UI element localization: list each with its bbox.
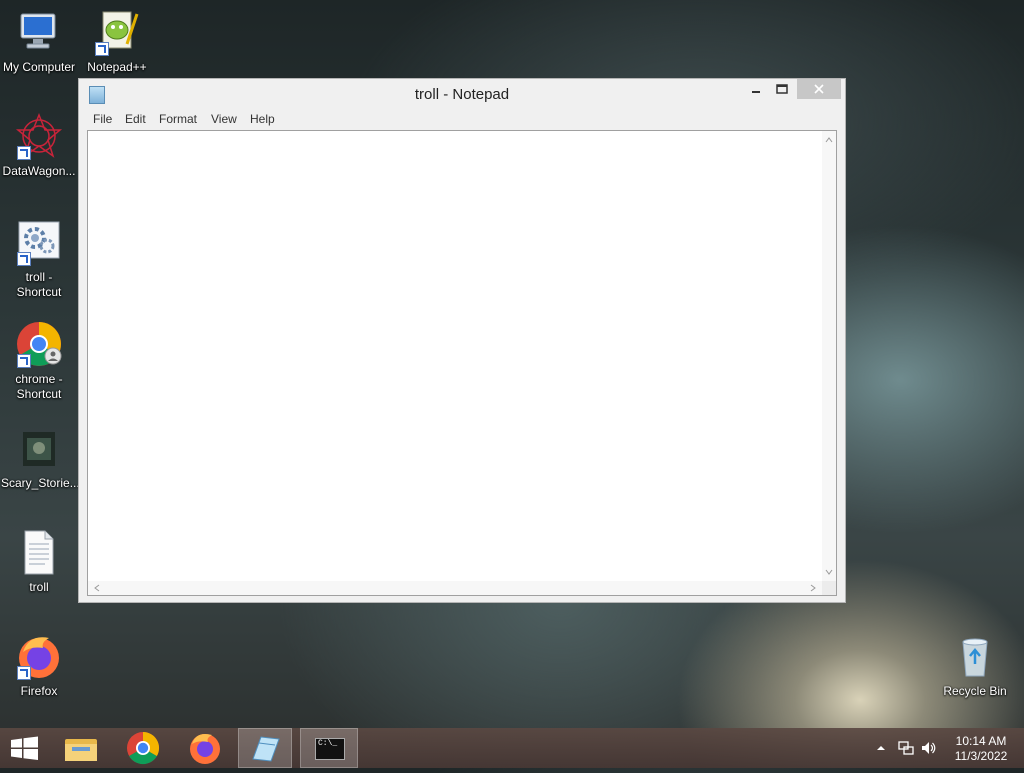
menu-edit[interactable]: Edit — [125, 112, 146, 126]
close-icon — [814, 84, 824, 94]
shortcut-arrow-icon — [17, 146, 31, 160]
taskbar-command-prompt[interactable]: C:\_ — [300, 728, 358, 768]
taskbar-firefox[interactable] — [178, 728, 232, 768]
shortcut-arrow-icon — [95, 42, 109, 56]
show-hidden-icons-icon[interactable] — [874, 741, 888, 755]
shortcut-arrow-icon — [17, 354, 31, 368]
desktop-icon-datawagon[interactable]: DataWagon... — [1, 112, 77, 179]
desktop-icon-label: Firefox — [20, 684, 58, 698]
menu-file[interactable]: File — [93, 112, 112, 126]
video-file-icon — [15, 424, 63, 472]
window-title: troll - Notepad — [414, 86, 510, 103]
desktop-icon-label: Scary_Storie... — [1, 476, 80, 490]
start-button[interactable] — [0, 728, 54, 768]
computer-icon — [15, 8, 63, 56]
desktop-icon-label: troll — [29, 580, 49, 594]
scrollbar-corner — [822, 581, 836, 595]
menu-bar: File Edit Format View Help — [79, 109, 845, 129]
desktop-icon-chrome-shortcut[interactable]: chrome - Shortcut — [1, 320, 77, 402]
text-file-icon — [15, 528, 63, 576]
scroll-right-icon[interactable] — [806, 581, 820, 595]
volume-icon[interactable] — [920, 740, 938, 756]
title-bar[interactable]: troll - Notepad — [79, 79, 845, 109]
desktop-icon-label: Recycle Bin — [943, 684, 1007, 698]
notepad-plus-plus-icon — [93, 8, 141, 56]
scroll-down-icon[interactable] — [822, 565, 836, 579]
desktop-icon-label: DataWagon... — [2, 164, 76, 178]
notepad-icon — [252, 736, 280, 762]
menu-view[interactable]: View — [211, 112, 237, 126]
desktop-icon-scary-stories[interactable]: Scary_Storie... — [1, 424, 80, 491]
desktop-icon-troll[interactable]: troll — [1, 528, 77, 595]
cmd-icon-text: C:\_ — [318, 739, 338, 748]
desktop-icon-label: troll - Shortcut — [16, 270, 62, 299]
close-button[interactable] — [797, 79, 841, 99]
notepad-window[interactable]: troll - Notepad File Edit Format View He… — [78, 78, 846, 603]
taskbar-file-explorer[interactable] — [54, 728, 108, 768]
taskbar-chrome[interactable] — [116, 728, 170, 768]
desktop-icon-recycle-bin[interactable]: Recycle Bin — [937, 632, 1013, 699]
scroll-left-icon[interactable] — [90, 581, 104, 595]
chrome-icon — [127, 731, 160, 765]
desktop-icon-troll-shortcut[interactable]: troll - Shortcut — [1, 218, 77, 300]
text-editor-area[interactable] — [87, 130, 837, 596]
clock-time: 10:14 AM — [955, 734, 1007, 748]
horizontal-scrollbar[interactable] — [88, 581, 836, 595]
shortcut-arrow-icon — [17, 252, 31, 266]
menu-format[interactable]: Format — [159, 112, 197, 126]
clock-date: 11/3/2022 — [954, 749, 1008, 763]
firefox-icon — [190, 734, 220, 764]
desktop-icon-firefox[interactable]: Firefox — [1, 632, 77, 699]
recycle-bin-icon — [951, 632, 999, 680]
desktop-icon-label: chrome - Shortcut — [15, 372, 63, 401]
desktop-icon-notepad-plus-plus[interactable]: Notepad++ — [79, 8, 155, 75]
taskbar: C:\_ 10:14 AM 11/3/2022 — [0, 728, 1024, 768]
desktop-icon-label: My Computer — [2, 60, 76, 74]
settings-gear-icon — [15, 218, 63, 266]
shortcut-arrow-icon — [17, 666, 31, 680]
datawagon-icon — [15, 112, 63, 160]
windows-logo-icon — [11, 736, 38, 760]
vertical-scrollbar[interactable] — [822, 131, 836, 595]
minimize-button[interactable] — [743, 79, 769, 99]
scroll-up-icon[interactable] — [822, 133, 836, 147]
firefox-icon — [15, 632, 63, 680]
menu-help[interactable]: Help — [250, 112, 275, 126]
folder-icon — [65, 739, 97, 761]
taskbar-notepad[interactable] — [238, 728, 292, 768]
system-clock[interactable]: 10:14 AM 11/3/2022 — [948, 734, 1014, 764]
desktop-icon-my-computer[interactable]: My Computer — [1, 8, 77, 75]
desktop-icon-label: Notepad++ — [87, 60, 147, 74]
chrome-icon — [15, 320, 63, 368]
maximize-button[interactable] — [769, 79, 795, 99]
network-icon[interactable] — [897, 740, 915, 756]
